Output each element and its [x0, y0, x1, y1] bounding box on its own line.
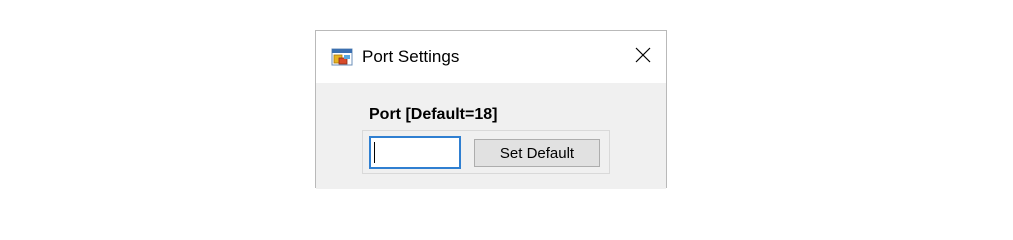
close-button[interactable] [620, 31, 666, 83]
dialog-client-area: Port [Default=18] Set Default [316, 83, 666, 189]
window-title: Port Settings [362, 47, 460, 66]
page: Port Settings Port [Default=18] Set Defa… [0, 0, 1013, 200]
text-caret [374, 142, 375, 163]
title-bar[interactable]: Port Settings [316, 31, 666, 83]
app-window-icon [331, 46, 353, 68]
port-settings-dialog: Port Settings Port [Default=18] Set Defa… [315, 30, 667, 189]
close-icon [635, 47, 651, 68]
set-default-button[interactable]: Set Default [474, 139, 600, 167]
port-label: Port [Default=18] [369, 106, 498, 123]
port-input[interactable] [369, 136, 461, 169]
